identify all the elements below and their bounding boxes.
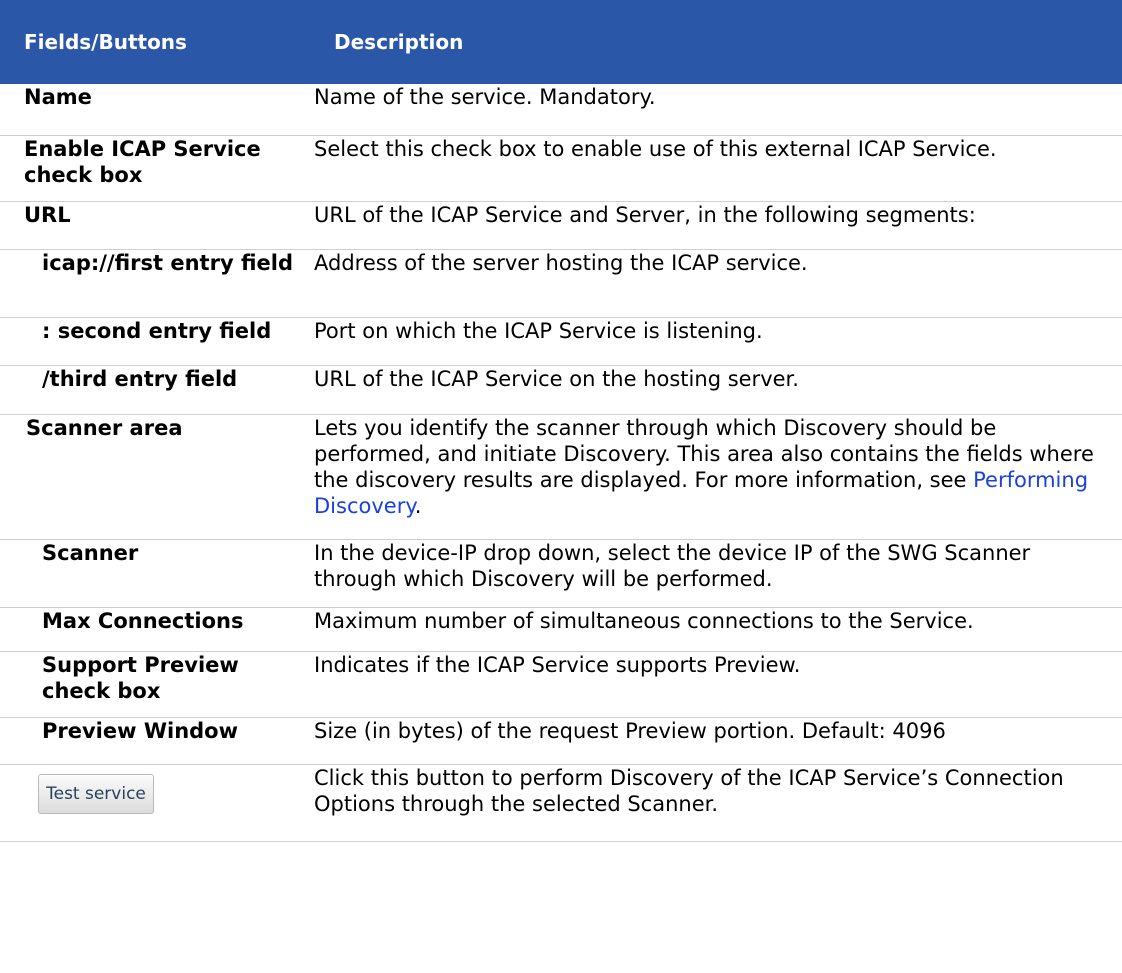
description-scanner: In the device-IP drop down, select the d… <box>308 539 1122 608</box>
table-row: Test service Click this button to perfor… <box>0 764 1122 842</box>
table-header-row: Fields/Buttons Description <box>0 0 1122 84</box>
table-row: Max Connections Maximum number of simult… <box>0 607 1122 652</box>
table-row: /third entry field URL of the ICAP Servi… <box>0 365 1122 415</box>
field-enable-icap-service: Enable ICAP Service check box <box>0 135 308 202</box>
header-fields-buttons: Fields/Buttons <box>0 0 308 84</box>
table-row: Name Name of the service. Mandatory. <box>0 84 1122 136</box>
table-row: URL URL of the ICAP Service and Server, … <box>0 201 1122 250</box>
field-second-entry: : second entry field <box>0 317 308 366</box>
scanner-area-period: . <box>414 494 422 518</box>
field-name: Name <box>0 84 308 136</box>
description-third-entry: URL of the ICAP Service on the hosting s… <box>308 365 1122 415</box>
description-max-connections: Maximum number of simultaneous connectio… <box>308 607 1122 652</box>
fields-buttons-table: Fields/Buttons Description Name Name of … <box>0 0 1122 842</box>
description-url: URL of the ICAP Service and Server, in t… <box>308 201 1122 250</box>
description-first-entry: Address of the server hosting the ICAP s… <box>308 249 1122 318</box>
table-row: Enable ICAP Service check box Select thi… <box>0 135 1122 202</box>
description-name: Name of the service. Mandatory. <box>308 84 1122 136</box>
field-third-entry: /third entry field <box>0 365 308 415</box>
table-row: Support Preview check box Indicates if t… <box>0 651 1122 718</box>
table-row: Preview Window Size (in bytes) of the re… <box>0 717 1122 765</box>
test-service-button[interactable]: Test service <box>38 774 154 814</box>
field-scanner-area: Scanner area <box>0 414 308 540</box>
field-support-preview: Support Preview check box <box>0 651 308 718</box>
description-enable-icap-service: Select this check box to enable use of t… <box>308 135 1122 202</box>
description-second-entry: Port on which the ICAP Service is listen… <box>308 317 1122 366</box>
table-row: Scanner area Lets you identify the scann… <box>0 414 1122 540</box>
field-first-entry: icap://first entry field <box>0 249 308 318</box>
header-description: Description <box>308 0 1122 84</box>
description-test-service: Click this button to perform Discovery o… <box>308 764 1122 842</box>
table-row: Scanner In the device-IP drop down, sele… <box>0 539 1122 608</box>
table-row: : second entry field Port on which the I… <box>0 317 1122 366</box>
table-row: icap://first entry field Address of the … <box>0 249 1122 318</box>
field-preview-window: Preview Window <box>0 717 308 765</box>
field-scanner: Scanner <box>0 539 308 608</box>
description-support-preview: Indicates if the ICAP Service supports P… <box>308 651 1122 718</box>
description-preview-window: Size (in bytes) of the request Preview p… <box>308 717 1122 765</box>
field-test-service: Test service <box>0 764 308 842</box>
field-url: URL <box>0 201 308 250</box>
description-scanner-area: Lets you identify the scanner through wh… <box>308 414 1122 540</box>
field-max-connections: Max Connections <box>0 607 308 652</box>
